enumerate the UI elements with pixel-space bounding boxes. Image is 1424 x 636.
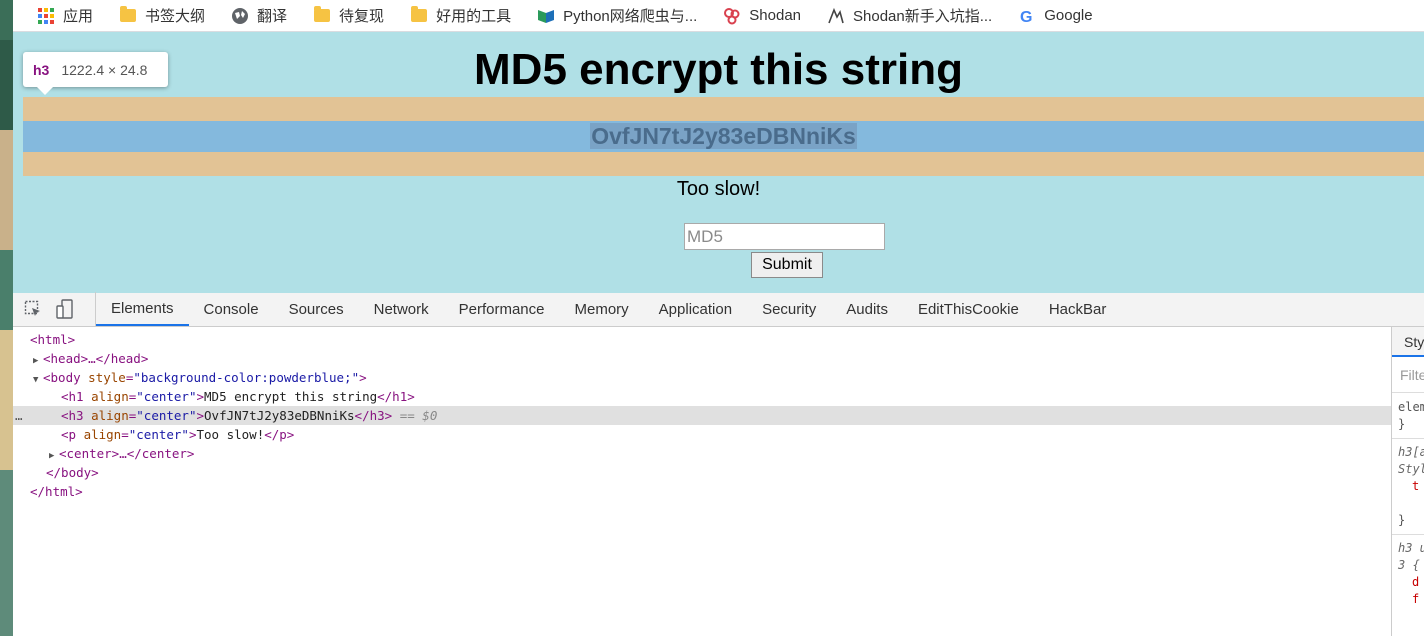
tab-editthiscookie[interactable]: EditThisCookie: [903, 292, 1034, 326]
dom-text: </body>: [46, 465, 99, 480]
style-line: }: [1398, 417, 1406, 431]
dom-attr-name: style: [88, 370, 126, 385]
tab-security[interactable]: Security: [747, 292, 831, 326]
book-icon: [537, 7, 555, 25]
tab-memory[interactable]: Memory: [560, 292, 644, 326]
bookmarks-bar: 应用 书签大纲 翻译 待复现 好用的工具 Python网络爬虫与... Shod…: [13, 0, 1424, 32]
dom-node-p[interactable]: <p align="center">Too slow!</p>: [13, 425, 1391, 444]
bookmark-google[interactable]: G Google: [1010, 5, 1100, 27]
dom-text: <body: [43, 370, 81, 385]
tooltip-tag: h3: [33, 61, 50, 78]
devtools-toolbar: Elements Console Sources Network Perform…: [13, 292, 1424, 327]
dom-attr-value: "center": [136, 389, 197, 404]
bookmark-label: 待复现: [339, 8, 385, 25]
bookmark-folder-tools[interactable]: 好用的工具: [402, 5, 519, 27]
tab-styles[interactable]: Styles: [1392, 327, 1424, 357]
style-line: h3[align] {: [1398, 445, 1424, 459]
bookmark-label: 翻译: [257, 8, 288, 25]
bookmark-python-crawler[interactable]: Python网络爬虫与...: [529, 5, 705, 27]
dom-node-h3-selected[interactable]: … <h3 align="center">OvfJN7tJ2y83eDBNniKs…: [13, 406, 1391, 425]
more-options-icon[interactable]: …: [15, 406, 23, 425]
bookmark-label: 应用: [63, 8, 94, 25]
bookmark-label: 好用的工具: [436, 8, 512, 25]
dom-attr-name: align: [91, 408, 129, 423]
dom-text: <center>…</center>: [59, 446, 195, 461]
bookmark-shodan-guide[interactable]: Shodan新手入坑指...: [819, 5, 1000, 27]
tab-performance[interactable]: Performance: [444, 292, 560, 326]
tab-elements[interactable]: Elements: [96, 292, 189, 326]
google-icon: G: [1018, 7, 1036, 25]
folder-icon: [119, 6, 137, 25]
inspect-element-icon[interactable]: [23, 299, 43, 319]
dom-attr-value: "background-color:powderblue;": [133, 370, 360, 385]
svg-text:G: G: [1020, 9, 1032, 25]
dom-text: <html>: [30, 332, 76, 347]
dom-text: MD5 encrypt this string: [204, 389, 378, 404]
shodan-icon: [723, 7, 741, 25]
bookmark-label: Python网络爬虫与...: [563, 8, 698, 25]
bookmark-folder-to-reproduce[interactable]: 待复现: [305, 5, 392, 27]
apps-grid-icon: [37, 7, 55, 25]
bookmark-shodan[interactable]: Shodan: [715, 5, 809, 27]
folder-icon: [410, 6, 428, 25]
submit-button[interactable]: Submit: [751, 252, 823, 278]
device-toolbar-icon[interactable]: [55, 299, 75, 319]
bookmark-label: 书签大纲: [145, 8, 206, 25]
dom-node-center[interactable]: ▶ <center>…</center>: [13, 444, 1391, 463]
elements-dom-tree: <html> ▶ <head>…</head> ▼ <body style="bac…: [13, 327, 1391, 636]
selected-marker: == $0: [399, 408, 438, 423]
dom-attr-value: "center": [136, 408, 197, 423]
style-line: f: [1412, 592, 1420, 606]
bookmark-page-icon: [827, 7, 845, 25]
devtools-panel: Elements Console Sources Network Perform…: [13, 292, 1424, 636]
tab-console[interactable]: Console: [189, 292, 274, 326]
dom-node-html-close[interactable]: </html>: [13, 482, 1391, 501]
tooltip-dimensions: 1222.4 × 24.8: [61, 61, 148, 78]
string-to-hash: OvfJN7tJ2y83eDBNniKs: [23, 121, 1424, 152]
styles-filter-input[interactable]: Filter: [1392, 357, 1424, 393]
style-line: element.style {: [1398, 400, 1424, 414]
tab-network[interactable]: Network: [359, 292, 444, 326]
bookmark-translate[interactable]: 翻译: [223, 5, 295, 27]
page-heading: MD5 encrypt this string: [474, 45, 963, 94]
style-line: 3 {: [1398, 558, 1420, 572]
dom-attr-value: "center": [128, 427, 189, 442]
dom-text: </html>: [30, 484, 83, 499]
dom-node-body[interactable]: ▼ <body style="background-color:powderblu…: [13, 368, 1391, 387]
bookmark-label: Google: [1044, 7, 1093, 24]
style-line: t: [1412, 479, 1420, 493]
style-line: Style: [1398, 462, 1424, 476]
tab-hackbar[interactable]: HackBar: [1034, 292, 1122, 326]
style-line: h3 user agent: [1398, 541, 1424, 555]
bookmark-folder-outline[interactable]: 书签大纲: [111, 5, 213, 27]
status-text: Too slow!: [676, 178, 761, 200]
bookmark-label: Shodan新手入坑指...: [853, 8, 993, 25]
bookmark-label: Shodan: [749, 7, 801, 24]
dom-attr-name: align: [83, 427, 122, 442]
dom-node-head[interactable]: ▶ <head>…</head>: [13, 349, 1391, 368]
globe-icon: [231, 7, 249, 25]
md5-input[interactable]: [684, 223, 885, 250]
style-line: }: [1398, 513, 1406, 527]
desktop-background-strip: [0, 0, 13, 636]
dom-node-html[interactable]: <html>: [13, 330, 1391, 349]
dom-node-h1[interactable]: <h1 align="center">MD5 encrypt this stri…: [13, 387, 1391, 406]
styles-pane: Styles Filter element.style { } h3[align…: [1391, 327, 1424, 636]
tab-sources[interactable]: Sources: [274, 292, 359, 326]
bookmark-apps[interactable]: 应用: [29, 5, 101, 27]
web-page-viewport: MD5 encrypt this string OvfJN7tJ2y83eDBN…: [13, 32, 1424, 293]
folder-icon: [313, 6, 331, 25]
dom-text: OvfJN7tJ2y83eDBNniKs: [204, 408, 355, 423]
tab-application[interactable]: Application: [644, 292, 747, 326]
dom-text: <head>…</head>: [43, 351, 149, 366]
dom-attr-name: align: [91, 389, 129, 404]
dom-node-body-close[interactable]: </body>: [13, 463, 1391, 482]
string-to-hash-text: OvfJN7tJ2y83eDBNniKs: [590, 123, 857, 149]
dom-text: Too slow!: [196, 427, 265, 442]
style-line: d: [1412, 575, 1420, 589]
tab-audits[interactable]: Audits: [831, 292, 903, 326]
inspector-tooltip: h3 1222.4 × 24.8: [23, 52, 168, 95]
